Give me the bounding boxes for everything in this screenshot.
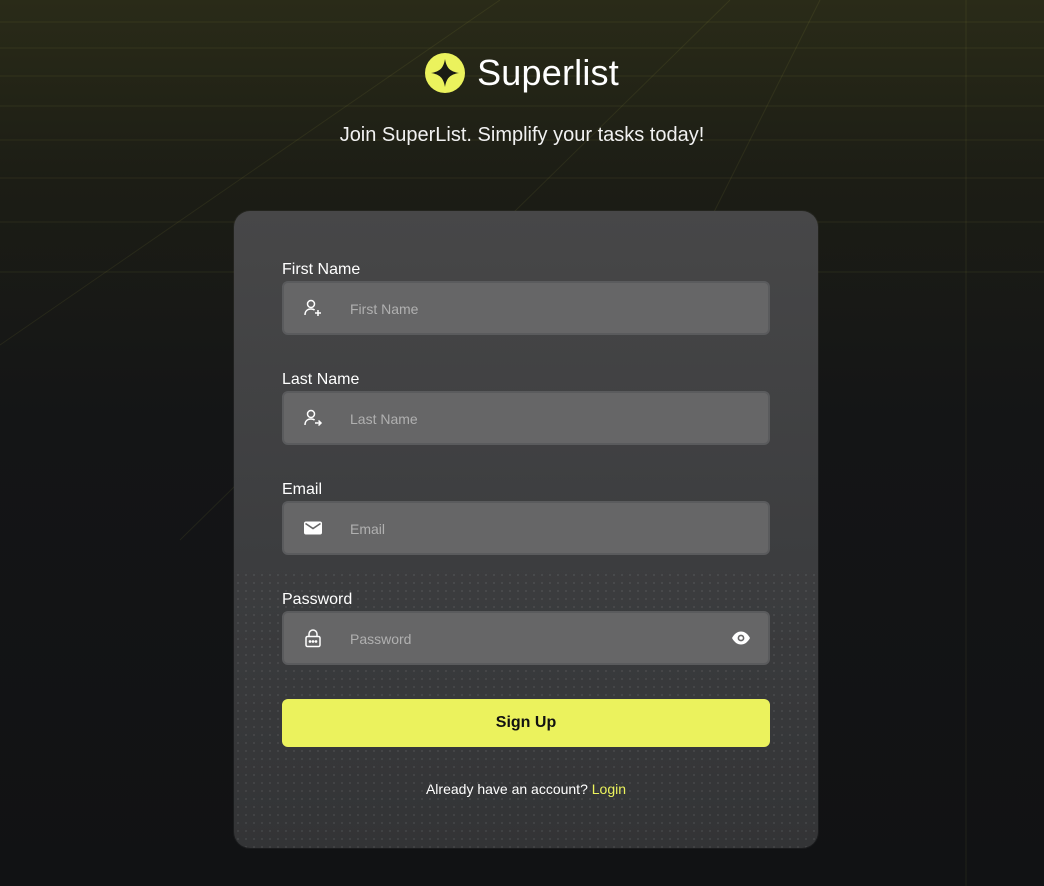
brand-header: Superlist [0, 52, 1044, 98]
email-field: Email [282, 480, 770, 555]
first-name-input[interactable] [348, 283, 712, 335]
sparkle-star-icon [425, 53, 466, 93]
user-arrow-icon [304, 409, 323, 427]
user-add-icon [304, 299, 321, 316]
login-prompt-text: Already have an account? [425, 781, 588, 797]
last-name-input-box[interactable] [282, 391, 770, 445]
signup-card: First Name Last Name Email [234, 211, 818, 848]
last-name-label: Last Name [282, 371, 360, 388]
first-name-input-box[interactable] [282, 281, 770, 335]
login-prompt: Already have an account? Login [234, 781, 818, 797]
last-name-input[interactable] [348, 393, 712, 445]
email-input-box[interactable] [282, 501, 770, 555]
login-link[interactable]: Login [592, 781, 626, 797]
password-label: Password [282, 591, 353, 608]
brand[interactable]: Superlist [425, 52, 619, 94]
brand-name: Superlist [477, 52, 619, 93]
last-name-field: Last Name [282, 370, 770, 445]
password-input[interactable] [348, 613, 712, 665]
first-name-label: First Name [282, 261, 361, 278]
mail-icon [304, 521, 322, 535]
password-input-box[interactable] [282, 611, 770, 665]
lock-icon [305, 629, 321, 648]
email-input[interactable] [348, 503, 712, 555]
first-name-field: First Name [282, 260, 770, 335]
eye-icon[interactable] [731, 629, 751, 647]
tagline: Join SuperList. Simplify your tasks toda… [339, 124, 705, 146]
email-label: Email [282, 481, 323, 498]
sign-up-button[interactable]: Sign Up [282, 699, 770, 747]
password-field: Password [282, 590, 770, 665]
